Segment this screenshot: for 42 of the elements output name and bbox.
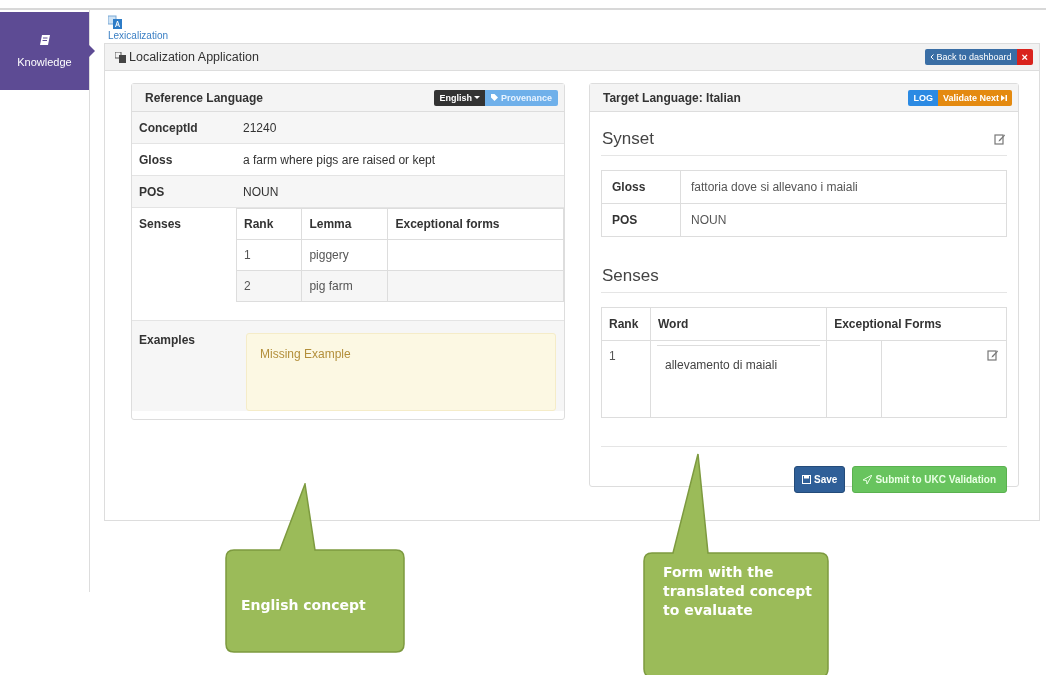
skip-forward-icon	[1001, 94, 1007, 101]
missing-example-alert: Missing Example	[246, 333, 556, 411]
table-cell: 1	[601, 340, 651, 418]
send-icon	[863, 475, 873, 484]
column-header: Lemma	[301, 208, 388, 240]
table-cell: 2	[236, 270, 302, 302]
column-header: Word	[650, 307, 827, 341]
validate-next-button[interactable]: Validate Next	[937, 89, 1012, 106]
card-title: Reference Language	[145, 90, 264, 105]
field-label: ConceptId	[132, 112, 236, 143]
section-heading: Synset	[602, 129, 654, 149]
callout-text: Form with the translated concept to evaluate	[663, 563, 813, 620]
tag-icon	[490, 94, 498, 101]
field-label: Examples	[138, 333, 197, 349]
table-cell: pig farm	[301, 270, 388, 302]
field-label: Gloss	[601, 170, 681, 204]
app-link[interactable]: Lexicalization	[108, 30, 169, 41]
table-cell: piggery	[301, 239, 388, 271]
column-header: Exceptional forms	[387, 208, 564, 240]
card-title: Target Language: Italian	[603, 90, 741, 105]
field-value: NOUN	[236, 175, 564, 207]
field-label: POS	[132, 175, 236, 207]
field-label: POS	[601, 203, 681, 237]
caret-icon	[473, 96, 480, 99]
chevron-left-icon	[930, 54, 934, 60]
field-value: NOUN	[680, 203, 1007, 237]
column-header: Rank	[236, 208, 302, 240]
column-header: Exceptional Forms	[826, 307, 1007, 341]
log-button[interactable]: LOG	[908, 89, 938, 106]
edit-icon[interactable]	[994, 133, 1006, 145]
back-button[interactable]: Back to dashboard	[925, 49, 1017, 65]
book-icon	[38, 34, 51, 46]
table-cell: 1	[236, 239, 302, 271]
column-header: Rank	[601, 307, 651, 341]
field-value: fattoria dove si allevano i maiali	[680, 170, 1007, 204]
language-dropdown[interactable]: English	[434, 89, 485, 106]
save-button[interactable]: Save	[794, 466, 846, 493]
callout-text: English concept	[241, 596, 367, 615]
panel-title: Localization Application	[129, 50, 259, 64]
field-value: 21240	[236, 112, 564, 143]
edit-icon[interactable]	[987, 349, 999, 361]
section-heading: Senses	[602, 266, 659, 286]
